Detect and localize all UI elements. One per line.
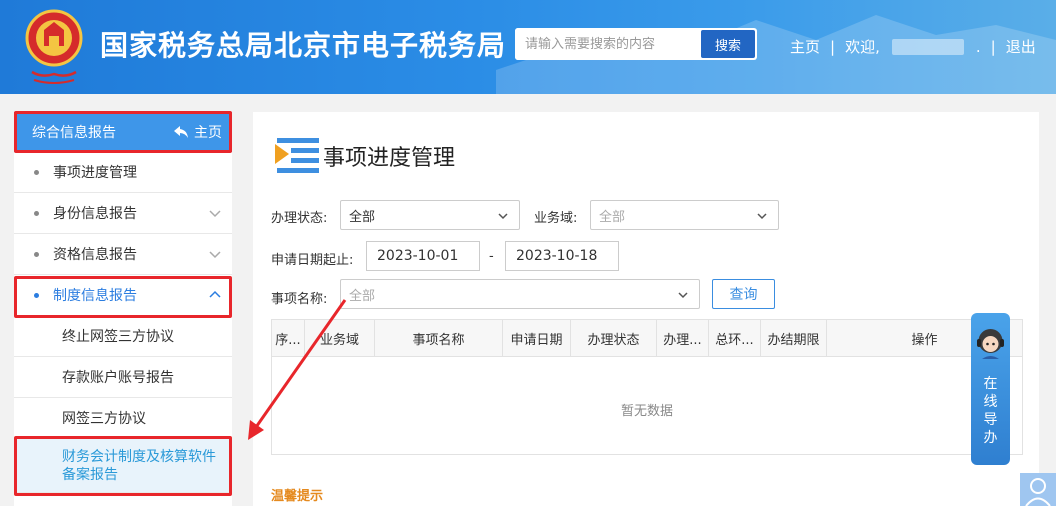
reply-arrow-icon — [174, 126, 188, 138]
sidebar-item-label: 身份信息报告 — [53, 206, 137, 222]
sidebar-home-link[interactable]: 主页 — [174, 122, 222, 142]
logout-link[interactable]: 退出 — [1006, 36, 1036, 57]
sidebar-item-label: 资格信息报告 — [53, 247, 137, 263]
list-icon — [275, 138, 319, 173]
date-end-input[interactable]: 2023-10-18 — [505, 241, 619, 271]
search-button[interactable]: 搜索 — [701, 30, 755, 58]
column-header: 事项名称 — [375, 320, 503, 356]
online-guide-widget[interactable]: 在线导办 — [971, 313, 1010, 465]
chevron-down-icon — [498, 213, 508, 220]
sidebar-item-label: 事项进度管理 — [53, 165, 137, 181]
top-links: 主页 | 欢迎, . | 退出 — [790, 36, 1036, 57]
column-header: 申请日期 — [503, 320, 571, 356]
separator: | — [990, 37, 996, 56]
top-header: 国家税务总局北京市电子税务局 搜索 主页 | 欢迎, . | 退出 — [0, 0, 1056, 94]
page-title-row: 事项进度管理 — [273, 136, 455, 176]
empty-state-text: 暂无数据 — [620, 404, 673, 419]
sidebar-subitem-accounting-filing[interactable]: 财务会计制度及核算软件备案报告 — [14, 439, 232, 493]
column-header: 办结期限 — [761, 320, 827, 356]
date-start-input[interactable]: 2023-10-01 — [366, 241, 480, 271]
main-panel: 事项进度管理 办理状态: 全部 业务域: 全部 申请日期起止: 2023-10-… — [253, 112, 1039, 506]
sidebar-subitem-tripartite-agreement[interactable]: 网签三方协议 — [14, 398, 232, 439]
sidebar-item-system[interactable]: 制度信息报告 — [14, 275, 232, 316]
column-header: 总环... — [709, 320, 761, 356]
welcome-suffix: . — [975, 37, 981, 56]
chevron-down-icon — [678, 292, 688, 299]
results-table: 序... 业务域 事项名称 申请日期 办理状态 办理... 总环... 办结期限… — [271, 319, 1023, 455]
domain-label: 业务域: — [534, 211, 578, 226]
online-guide-label: 在线导办 — [983, 376, 998, 446]
sidebar-header-title: 综合信息报告 — [32, 125, 116, 141]
welcome-text: 欢迎, — [845, 38, 880, 56]
site-title: 国家税务总局北京市电子税务局 — [100, 29, 507, 62]
status-label: 办理状态: — [271, 211, 328, 226]
sidebar-item-label: 制度信息报告 — [53, 288, 137, 304]
sidebar-subitem-deposit-account[interactable]: 存款账户账号报告 — [14, 357, 232, 398]
bullet-dot — [34, 169, 39, 175]
bullet-dot — [34, 251, 39, 257]
warm-tip-heading: 温馨提示 — [271, 489, 324, 504]
user-service-icon[interactable] — [1020, 473, 1056, 506]
sidebar: 综合信息报告 主页 事项进度管理 身份信息报告 资格信息报告 制度信息报告 终止… — [14, 112, 232, 506]
home-link[interactable]: 主页 — [790, 36, 820, 57]
chevron-up-icon — [209, 290, 221, 298]
sidebar-subitem-terminate-agreement[interactable]: 终止网签三方协议 — [14, 316, 232, 357]
sidebar-header: 综合信息报告 主页 — [14, 112, 232, 152]
date-range-label: 申请日期起止: — [271, 253, 354, 268]
status-select[interactable]: 全部 — [340, 200, 520, 230]
user-icon — [1025, 478, 1051, 506]
date-separator: - — [489, 249, 494, 264]
status-select-value: 全部 — [349, 209, 376, 225]
chevron-down-icon — [209, 251, 221, 259]
table-header: 序... 业务域 事项名称 申请日期 办理状态 办理... 总环... 办结期限… — [272, 320, 1022, 357]
domain-select[interactable]: 全部 — [590, 200, 779, 230]
search-box: 搜索 — [515, 28, 757, 60]
masked-username — [891, 38, 964, 55]
sidebar-item-qualification[interactable]: 资格信息报告 — [14, 234, 232, 275]
chevron-down-icon — [209, 210, 221, 218]
bullet-dot — [34, 292, 39, 298]
search-input[interactable] — [515, 28, 699, 60]
sidebar-home-label: 主页 — [194, 125, 222, 141]
column-header: 序... — [272, 320, 305, 356]
bullet-dot — [34, 210, 39, 216]
sidebar-item-progress[interactable]: 事项进度管理 — [14, 152, 232, 193]
column-header: 办理... — [657, 320, 709, 356]
customer-service-avatar-icon — [977, 329, 1004, 359]
query-button[interactable]: 查询 — [712, 279, 775, 309]
tax-emblem-logo — [25, 9, 83, 84]
item-name-label: 事项名称: — [271, 292, 328, 307]
online-guide-text: 在线导办 — [971, 375, 1010, 447]
sidebar-item-identity[interactable]: 身份信息报告 — [14, 193, 232, 234]
column-header: 业务域 — [305, 320, 375, 356]
chevron-down-icon — [757, 213, 767, 220]
domain-select-placeholder: 全部 — [599, 209, 626, 225]
column-header: 办理状态 — [571, 320, 657, 356]
item-name-select[interactable]: 全部 — [340, 279, 700, 309]
separator: | — [830, 37, 836, 56]
page-title: 事项进度管理 — [323, 146, 456, 171]
item-name-placeholder: 全部 — [349, 288, 376, 304]
